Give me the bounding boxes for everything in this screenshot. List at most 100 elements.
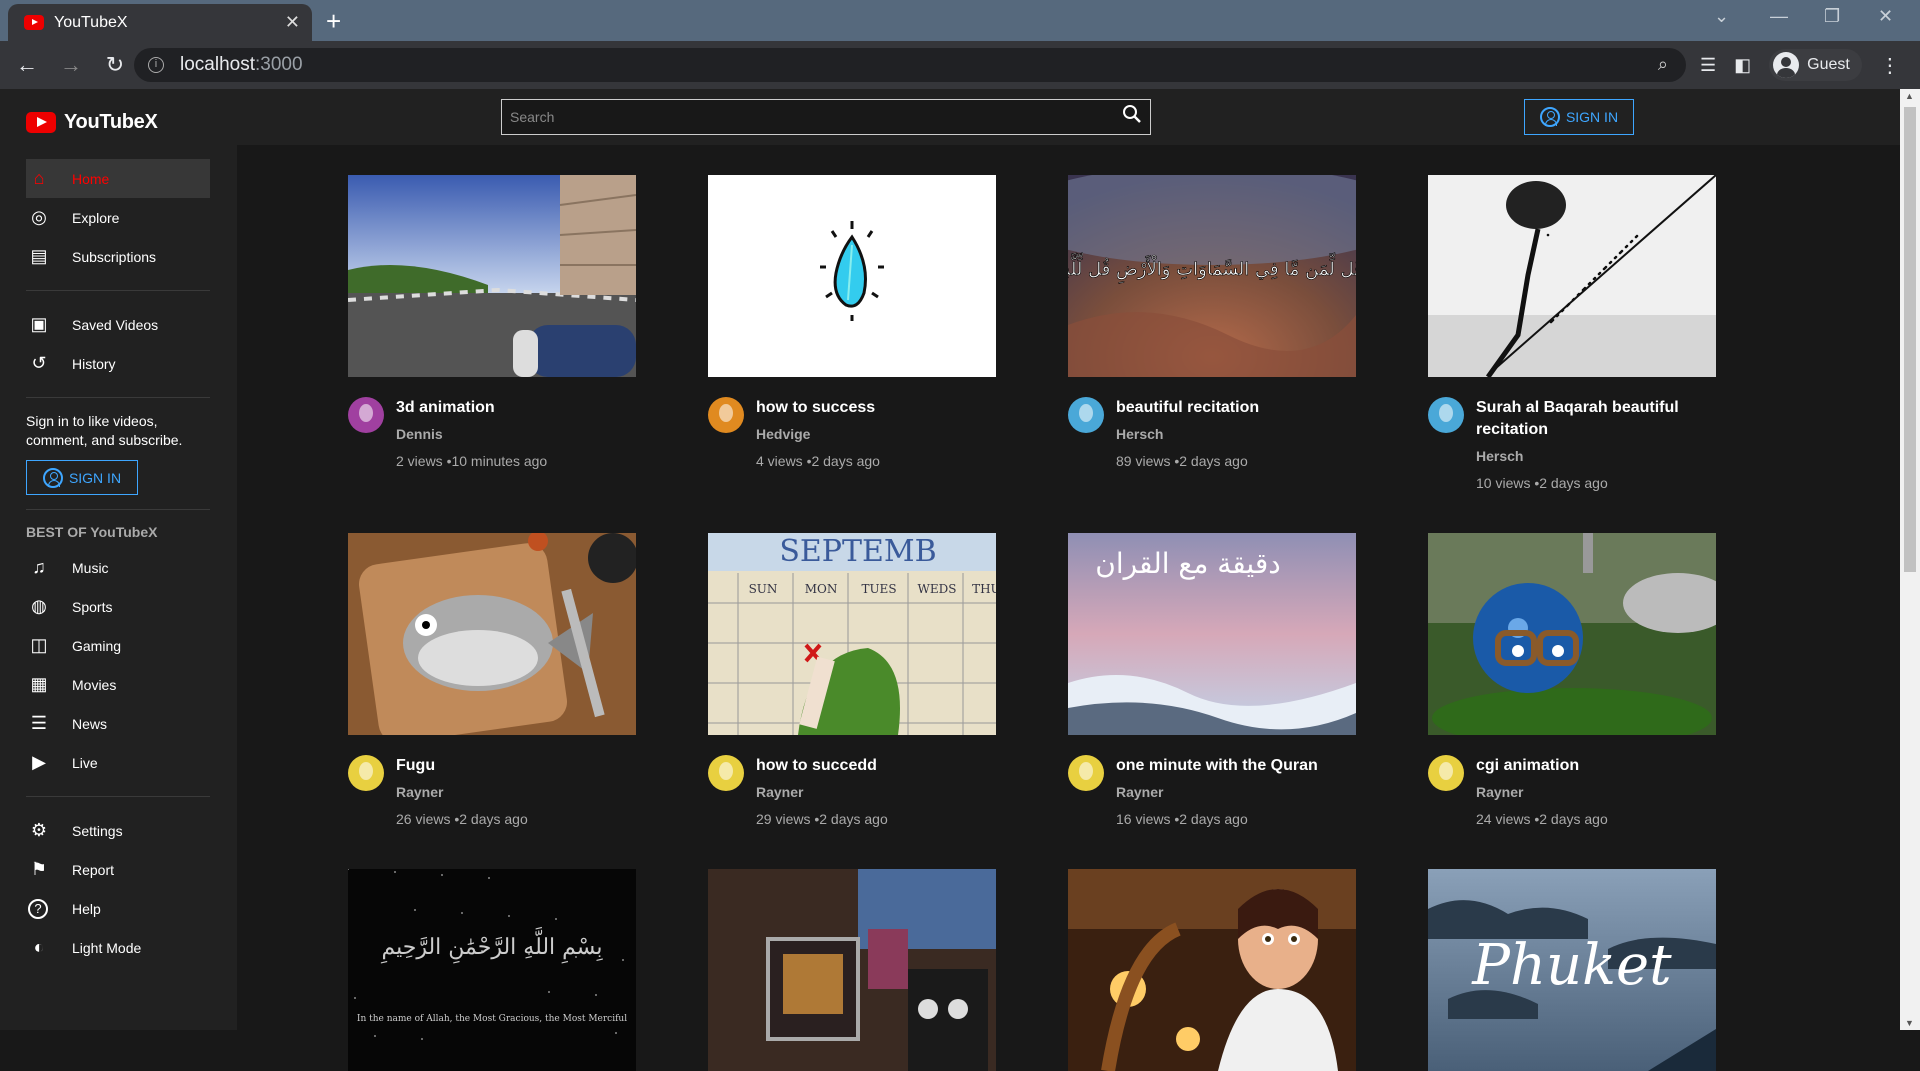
sidebar-item-subscriptions[interactable]: ▤ Subscriptions — [26, 237, 211, 276]
channel-name[interactable]: Rayner — [1476, 784, 1608, 800]
sidebar-item-report[interactable]: ⚑ Report — [26, 850, 211, 889]
video-stats: 26 views •2 days ago — [396, 811, 528, 827]
video-thumbnail[interactable] — [1428, 533, 1716, 735]
channel-name[interactable]: Hersch — [1476, 448, 1728, 464]
video-title[interactable]: 3d animation — [396, 397, 547, 419]
address-bar[interactable]: i localhost:3000 ⌕ — [134, 48, 1686, 82]
minimize-icon[interactable]: — — [1770, 6, 1788, 27]
sidebar-item-history[interactable]: ↺ History — [26, 344, 211, 383]
video-thumbnail[interactable] — [1428, 175, 1716, 377]
video-thumbnail[interactable]: بِسْمِ اللَّهِ الرَّحْمَٰنِ الرَّحِيمِ In… — [348, 869, 636, 1071]
video-meta: beautiful recitation Hersch 89 views •2 da… — [1068, 397, 1368, 469]
back-arrow-icon[interactable]: ← — [10, 52, 44, 78]
channel-name[interactable]: Rayner — [396, 784, 528, 800]
sidebar-item-news[interactable]: ☰ News — [26, 704, 211, 743]
video-thumbnail[interactable]: Phuket — [1428, 869, 1716, 1071]
guest-avatar-icon — [1773, 52, 1800, 78]
video-card[interactable]: Phuket — [1428, 869, 1728, 1071]
sidebar-item-help[interactable]: ? Help — [26, 889, 211, 928]
sidebar-item-live[interactable]: ▶ Live — [26, 743, 211, 782]
video-thumbnail[interactable] — [1068, 869, 1356, 1071]
forward-arrow-icon[interactable]: → — [54, 52, 88, 78]
zoom-icon[interactable]: ⌕ — [1658, 54, 1668, 75]
video-card[interactable]: Fugu Rayner 26 views •2 days ago — [348, 533, 648, 827]
video-stats: 24 views •2 days ago — [1476, 811, 1608, 827]
sidebar-item-saved-videos[interactable]: ▣ Saved Videos — [26, 305, 211, 344]
news-icon: ☰ — [30, 713, 48, 733]
reload-icon[interactable]: ↻ — [98, 52, 132, 78]
channel-name[interactable]: Hersch — [1116, 426, 1259, 442]
sidebar-item-home[interactable]: ⌂ Home — [26, 159, 210, 198]
video-thumbnail[interactable]: SEPTEMBSUN MON TUES WEDS THURS — [708, 533, 996, 735]
channel-name[interactable]: Dennis — [396, 426, 547, 442]
sidebar-item-movies[interactable]: ▦ Movies — [26, 665, 211, 704]
video-thumbnail[interactable] — [708, 869, 996, 1071]
video-title[interactable]: cgi animation — [1476, 755, 1608, 777]
video-card[interactable] — [1068, 869, 1368, 1071]
channel-avatar[interactable] — [1428, 397, 1464, 433]
tab-close-icon[interactable]: ✕ — [285, 12, 300, 33]
video-thumbnail[interactable] — [348, 533, 636, 735]
tab-search-icon[interactable]: ⌄ — [1714, 6, 1729, 27]
sign-in-label: SIGN IN — [68, 469, 122, 486]
channel-avatar[interactable] — [708, 755, 744, 791]
channel-avatar[interactable] — [1068, 755, 1104, 791]
sidebar-item-sports[interactable]: ◍ Sports — [26, 587, 211, 626]
channel-avatar[interactable] — [1428, 755, 1464, 791]
sidebar-item-settings[interactable]: ⚙ Settings — [26, 811, 211, 850]
video-title[interactable]: how to succedd — [756, 755, 888, 777]
channel-name[interactable]: Rayner — [1116, 784, 1318, 800]
video-title[interactable]: Fugu — [396, 755, 528, 777]
video-title[interactable]: how to success — [756, 397, 880, 419]
video-card[interactable]: قُل لِّمَن مَّا فِي السَّمَاوَاتِ وَالْأ… — [1068, 175, 1368, 491]
header-sign-in-button[interactable]: SIGN IN — [1524, 99, 1634, 135]
video-card[interactable]: Surah al Baqarah beautiful recitation Her… — [1428, 175, 1728, 491]
video-card[interactable]: 3d animation Dennis 2 views •10 minutes ag… — [348, 175, 648, 491]
scroll-down-icon[interactable]: ▼ — [1905, 1018, 1914, 1028]
browser-tab[interactable]: YouTubeX ✕ — [8, 4, 312, 41]
search-input[interactable] — [510, 109, 1122, 125]
search-icon[interactable] — [1122, 104, 1142, 130]
video-title[interactable]: one minute with the Quran — [1116, 755, 1318, 777]
sports-icon: ◍ — [31, 596, 47, 616]
profile-button[interactable]: Guest — [1769, 49, 1862, 81]
video-text: how to success Hedvige 4 views •2 days ago — [756, 397, 880, 469]
page-scrollbar[interactable]: ▲ ▼ — [1900, 89, 1920, 1030]
video-card[interactable]: بِسْمِ اللَّهِ الرَّحْمَٰنِ الرَّحِيمِ In… — [348, 869, 648, 1071]
video-title[interactable]: Surah al Baqarah beautiful recitation — [1476, 397, 1728, 441]
video-thumbnail[interactable] — [348, 175, 636, 377]
restore-icon[interactable]: ❐ — [1824, 6, 1840, 27]
site-info-icon[interactable]: i — [148, 57, 164, 73]
channel-avatar[interactable] — [708, 397, 744, 433]
video-card[interactable]: دقيقة مع القران one minute with the Quran… — [1068, 533, 1368, 827]
sidebar-sign-in-button[interactable]: SIGN IN — [26, 460, 138, 495]
channel-name[interactable]: Rayner — [756, 784, 888, 800]
channel-name[interactable]: Hedvige — [756, 426, 880, 442]
video-thumbnail[interactable]: قُل لِّمَن مَّا فِي السَّمَاوَاتِ وَالْأ… — [1068, 175, 1356, 377]
channel-avatar[interactable] — [348, 397, 384, 433]
account-icon — [42, 467, 63, 488]
channel-avatar[interactable] — [1068, 397, 1104, 433]
channel-avatar[interactable] — [348, 755, 384, 791]
new-tab-icon[interactable]: + — [326, 6, 341, 37]
video-title[interactable]: beautiful recitation — [1116, 397, 1259, 419]
video-thumbnail[interactable]: دقيقة مع القران — [1068, 533, 1356, 735]
side-panel-icon[interactable]: ◧ — [1734, 55, 1751, 76]
video-card[interactable] — [708, 869, 1008, 1071]
video-card[interactable]: SEPTEMBSUN MON TUES WEDS THURS how to succedd… — [708, 533, 1008, 827]
video-thumbnail[interactable] — [708, 175, 996, 377]
scroll-up-icon[interactable]: ▲ — [1905, 91, 1914, 101]
scrollbar-thumb[interactable] — [1904, 107, 1916, 572]
video-card[interactable]: how to success Hedvige 4 views •2 days ago — [708, 175, 1008, 491]
browser-menu-icon[interactable]: ⋮ — [1880, 53, 1900, 78]
sidebar-item-music[interactable]: ♫ Music — [26, 548, 211, 587]
sidebar-item-light-mode[interactable]: ◐ Light Mode — [26, 928, 211, 967]
app-logo[interactable]: YouTubeX — [26, 111, 158, 134]
sidebar-item-gaming[interactable]: ◫ Gaming — [26, 626, 211, 665]
svg-text:SEPTEMB: SEPTEMB — [779, 534, 936, 569]
sidebar-item-label: Explore — [72, 209, 120, 226]
sidebar-item-explore[interactable]: ◎ Explore — [26, 198, 211, 237]
reading-list-icon[interactable]: ☰ — [1700, 55, 1716, 76]
window-close-icon[interactable]: ✕ — [1878, 6, 1893, 27]
video-card[interactable]: cgi animation Rayner 24 views •2 days ago — [1428, 533, 1728, 827]
